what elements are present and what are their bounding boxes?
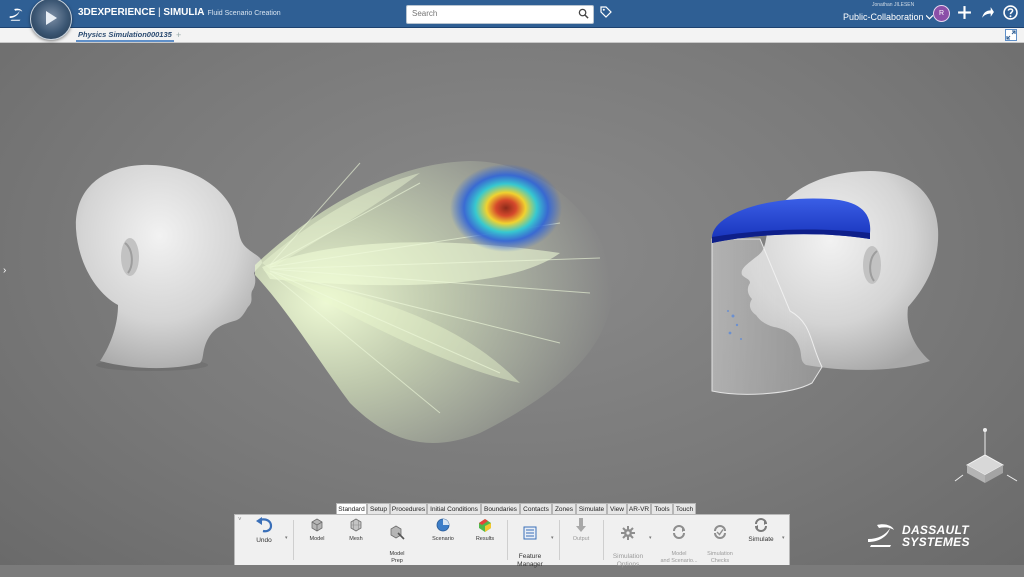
avatar[interactable]: R — [933, 5, 950, 22]
simulation-options-icon — [621, 526, 635, 540]
simulation-checks-button[interactable]: Simulation Checks — [703, 517, 737, 572]
model-label: Model — [309, 536, 325, 542]
separator — [293, 520, 294, 560]
results-icon — [479, 519, 491, 532]
simulation-checks-label: Simulation Checks — [707, 551, 733, 564]
compass-button[interactable] — [30, 0, 72, 40]
model-button[interactable]: Model — [303, 517, 331, 543]
model-prep-icon — [390, 525, 405, 540]
scenario-label: Scenario — [432, 536, 454, 542]
simulation-checks-icon — [714, 525, 726, 539]
tab-bar: Physics Simulation000135 + — [0, 28, 1024, 43]
simulation-scene — [75, 161, 1018, 483]
undo-icon — [256, 517, 273, 533]
simulate-dropdown-icon[interactable]: ▾ — [782, 535, 785, 541]
results-label: Results — [475, 536, 495, 542]
play-icon — [46, 11, 57, 25]
undo-dropdown-icon[interactable]: ▾ — [285, 535, 288, 541]
mesh-button[interactable]: Mesh — [343, 517, 369, 543]
tab-zones[interactable]: Zones — [552, 503, 576, 514]
output-label: Output — [572, 536, 590, 542]
app-sub-label: Fluid Scenario Creation — [207, 10, 281, 17]
results-button[interactable]: Results — [471, 517, 499, 543]
tab-boundaries[interactable]: Boundaries — [481, 503, 520, 514]
wordmark-line2: SYSTEMES — [902, 535, 970, 549]
tab-ar-vr[interactable]: AR-VR — [627, 503, 651, 514]
simulate-label: Simulate — [748, 536, 774, 543]
tab-view[interactable]: View — [607, 503, 627, 514]
view-orientation-icon[interactable] — [954, 428, 1018, 483]
output-button[interactable]: Output — [567, 517, 595, 543]
brand-label: 3DEXPERIENCE — [78, 7, 156, 18]
model-icon — [311, 518, 323, 532]
tag-icon[interactable] — [600, 6, 612, 18]
output-icon — [576, 518, 586, 532]
dassault-logo-icon — [868, 524, 894, 547]
separator — [603, 520, 604, 560]
help-icon[interactable] — [1003, 5, 1018, 20]
tab-procedures[interactable]: Procedures — [390, 503, 427, 514]
separator — [559, 520, 560, 560]
action-bar: ˅ Undo ▾ Model Mesh Model Prep Scenario … — [234, 514, 790, 568]
simulation-options-button[interactable]: Simulation Options — [609, 517, 647, 577]
share-icon[interactable] — [980, 5, 995, 20]
feature-manager-button[interactable]: Feature Manager — [513, 517, 547, 577]
separator — [507, 520, 508, 560]
mesh-label: Mesh — [349, 536, 363, 542]
plus-icon[interactable] — [957, 5, 972, 20]
undo-label: Undo — [256, 537, 272, 544]
left-head — [75, 164, 262, 371]
add-tab-button[interactable]: + — [176, 28, 181, 42]
tab-standard[interactable]: Standard — [336, 503, 367, 514]
search-icon[interactable] — [578, 8, 589, 19]
tab-tools[interactable]: Tools — [651, 503, 673, 514]
panel-collapse-icon[interactable]: ˅ — [238, 517, 242, 523]
scenario-icon — [436, 518, 450, 532]
model-scenario-icon — [673, 525, 685, 539]
expand-panel-arrow-icon[interactable]: › — [3, 265, 6, 276]
app-label: SIMULIA — [163, 7, 205, 18]
mesh-icon — [350, 518, 362, 532]
collab-space-selector[interactable]: Public-Collaboration — [843, 12, 934, 22]
top-bar: 3DEXPERIENCE | SIMULIA Fluid Scenario Cre… — [0, 0, 1024, 40]
model-prep-button[interactable]: Model Prep — [383, 517, 411, 572]
droplet-spray — [255, 161, 613, 443]
3d-viewport[interactable]: › DASSAULT SYSTEMES — [0, 43, 1024, 565]
tab-simulate[interactable]: Simulate — [576, 503, 607, 514]
user-name: Jonathan JILESEN — [872, 2, 915, 8]
feature-manager-icon — [523, 526, 537, 540]
dassault-wordmark: DASSAULT SYSTEMES — [902, 524, 970, 548]
search-box — [406, 5, 594, 24]
search-input[interactable] — [412, 9, 572, 18]
tab-setup[interactable]: Setup — [367, 503, 390, 514]
ds-logo-icon — [9, 8, 23, 21]
app-title: 3DEXPERIENCE | SIMULIA Fluid Scenario Cre… — [78, 7, 281, 18]
simulation-options-dropdown-icon[interactable]: ▾ — [649, 535, 652, 541]
model-and-scenario-checks-button[interactable]: Model and Scenario... — [659, 517, 699, 572]
simulate-button[interactable]: Simulate — [743, 517, 779, 544]
right-head — [711, 171, 939, 395]
chevron-down-icon — [925, 14, 934, 20]
tab-contacts[interactable]: Contacts — [520, 503, 552, 514]
scenario-button[interactable]: Scenario — [428, 517, 458, 543]
undo-button[interactable]: Undo — [251, 517, 277, 545]
model-prep-label: Model Prep — [389, 551, 405, 564]
tab-physics-simulation[interactable]: Physics Simulation000135 — [76, 28, 174, 42]
tab-touch[interactable]: Touch — [673, 503, 696, 514]
tab-initial-conditions[interactable]: Initial Conditions — [427, 503, 481, 514]
simulation-options-label: Simulation Options — [612, 553, 644, 568]
collab-space-label: Public-Collaboration — [843, 12, 924, 22]
expand-icon — [1006, 30, 1016, 40]
feature-manager-dropdown-icon[interactable]: ▾ — [551, 535, 554, 541]
feature-manager-label: Feature Manager — [517, 553, 543, 568]
expand-button[interactable] — [1005, 29, 1017, 41]
simulate-icon — [755, 518, 767, 532]
model-scenario-label: Model and Scenario... — [660, 551, 698, 564]
